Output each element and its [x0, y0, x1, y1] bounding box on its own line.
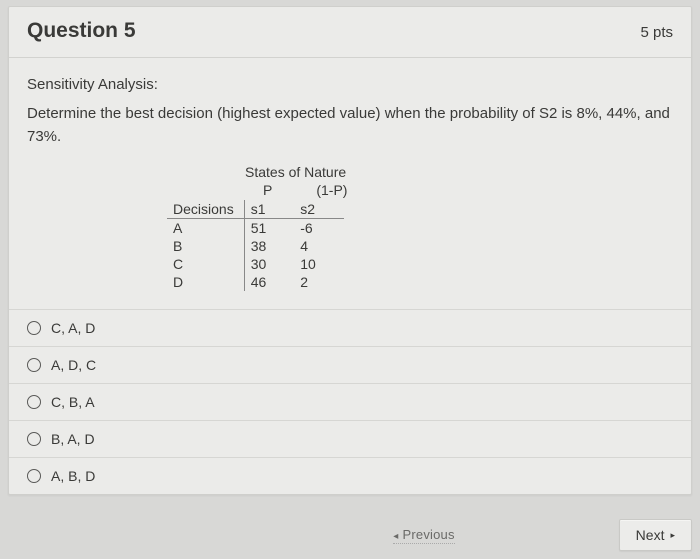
- one-minus-p-label: (1-P): [316, 182, 347, 198]
- chevron-left-icon: ◂: [393, 531, 398, 542]
- s1-cell: 38: [244, 237, 294, 255]
- s2-cell: 2: [294, 273, 344, 291]
- option-0[interactable]: C, A, D: [9, 309, 691, 346]
- question-header: Question 5 5 pts: [9, 7, 691, 58]
- answer-options: C, A, D A, D, C C, B, A B, A, D A, B, D: [9, 309, 691, 494]
- s2-cell: 4: [294, 237, 344, 255]
- option-label: C, A, D: [51, 320, 95, 336]
- payoff-table: States of Nature P (1-P) Decisions s1 s2…: [167, 164, 673, 291]
- p-label: P: [263, 182, 272, 198]
- option-label: A, D, C: [51, 357, 96, 373]
- question-card: Question 5 5 pts Sensitivity Analysis: D…: [8, 6, 692, 495]
- s1-cell: 46: [244, 273, 294, 291]
- option-label: C, B, A: [51, 394, 95, 410]
- question-title: Question 5: [27, 19, 136, 43]
- table-row: A 51 -6: [167, 219, 344, 238]
- radio-icon: [27, 432, 41, 446]
- decisions-header: Decisions: [167, 200, 244, 219]
- previous-label: Previous: [402, 527, 454, 542]
- option-4[interactable]: A, B, D: [9, 457, 691, 494]
- dec-cell: D: [167, 273, 244, 291]
- option-1[interactable]: A, D, C: [9, 346, 691, 383]
- question-body: Sensitivity Analysis: Determine the best…: [9, 58, 691, 494]
- radio-icon: [27, 469, 41, 483]
- s2-cell: -6: [294, 219, 344, 238]
- table-row: B 38 4: [167, 237, 344, 255]
- s2-header: s2: [294, 200, 344, 219]
- prob-labels: P (1-P): [263, 182, 673, 198]
- dec-cell: B: [167, 237, 244, 255]
- next-button[interactable]: Next ▸: [619, 519, 692, 551]
- s1-cell: 51: [244, 219, 294, 238]
- nav-footer: ◂ Previous Next ▸: [8, 519, 692, 559]
- question-points: 5 pts: [640, 24, 673, 41]
- radio-icon: [27, 358, 41, 372]
- previous-link[interactable]: ◂ Previous: [393, 527, 454, 544]
- table-header-row: Decisions s1 s2: [167, 200, 344, 219]
- states-of-nature-label: States of Nature: [245, 164, 673, 180]
- prompt-text: Determine the best decision (highest exp…: [27, 103, 673, 148]
- option-label: A, B, D: [51, 468, 95, 484]
- data-table: Decisions s1 s2 A 51 -6 B 38 4 C 30: [167, 200, 344, 291]
- table-row: C 30 10: [167, 255, 344, 273]
- option-label: B, A, D: [51, 431, 95, 447]
- next-label: Next: [636, 527, 665, 543]
- s1-header: s1: [244, 200, 294, 219]
- table-row: D 46 2: [167, 273, 344, 291]
- option-3[interactable]: B, A, D: [9, 420, 691, 457]
- radio-icon: [27, 395, 41, 409]
- s1-cell: 30: [244, 255, 294, 273]
- radio-icon: [27, 321, 41, 335]
- dec-cell: A: [167, 219, 244, 238]
- prompt-title: Sensitivity Analysis:: [27, 76, 673, 93]
- s2-cell: 10: [294, 255, 344, 273]
- chevron-right-icon: ▸: [670, 530, 675, 541]
- option-2[interactable]: C, B, A: [9, 383, 691, 420]
- dec-cell: C: [167, 255, 244, 273]
